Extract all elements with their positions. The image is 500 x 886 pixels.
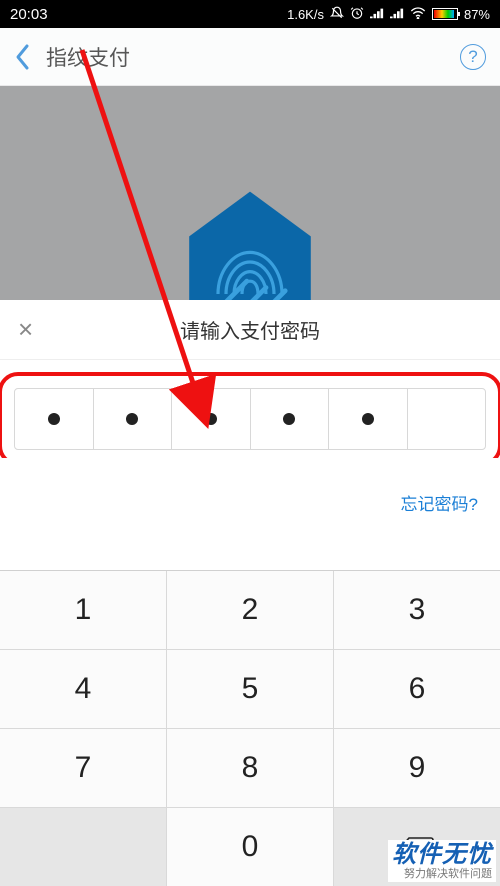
watermark-subtitle: 努力解决软件问题 [392,868,492,880]
key-8[interactable]: 8 [167,729,333,807]
back-icon[interactable] [14,42,32,72]
watermark: 软件无忧 努力解决软件问题 [388,840,496,882]
key-3[interactable]: 3 [334,571,500,649]
pin-cell [408,389,486,449]
watermark-title: 软件无忧 [392,842,492,868]
pin-cell [172,389,251,449]
forgot-password-link[interactable]: 忘记密码? [0,458,500,515]
pin-cell [251,389,330,449]
status-bar: 20:03 1.6K/s 87% [0,0,500,28]
password-sheet: × 请输入支付密码 忘记密码? 1 2 3 4 5 6 7 8 9 [0,300,500,886]
status-speed: 1.6K/s [287,7,324,22]
signal-icon-2 [390,7,404,22]
key-7[interactable]: 7 [0,729,166,807]
help-icon[interactable]: ? [460,44,486,70]
pin-cell [15,389,94,449]
battery-icon [432,8,458,20]
key-6[interactable]: 6 [334,650,500,728]
status-time: 20:03 [10,6,48,23]
dnd-icon [330,6,344,23]
wifi-icon [410,7,426,22]
key-4[interactable]: 4 [0,650,166,728]
app-header: 指纹支付 ? [0,28,500,86]
pin-cell [329,389,408,449]
pin-cell [94,389,173,449]
key-9[interactable]: 9 [334,729,500,807]
key-0[interactable]: 0 [167,808,333,886]
key-2[interactable]: 2 [167,571,333,649]
key-1[interactable]: 1 [0,571,166,649]
key-blank [0,808,166,886]
signal-icon-1 [370,7,384,22]
battery-percent: 87% [464,7,490,22]
page-title: 指纹支付 [46,42,130,72]
pin-input[interactable] [14,388,486,450]
alarm-icon [350,6,364,23]
sheet-title: 请输入支付密码 [18,315,482,344]
key-5[interactable]: 5 [167,650,333,728]
